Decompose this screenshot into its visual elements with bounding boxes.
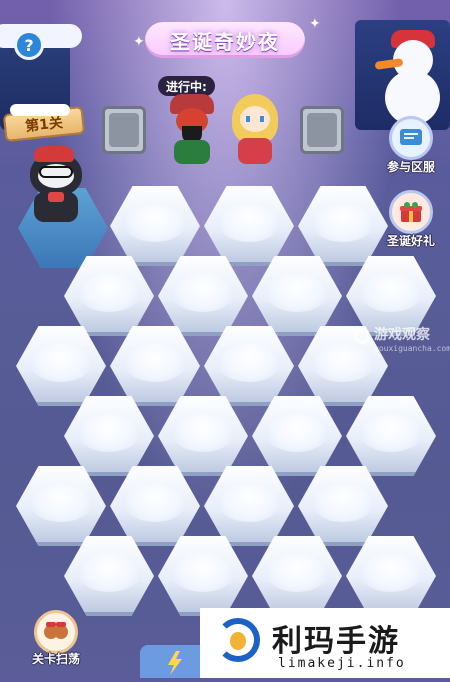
sparkle-icon: ✦ bbox=[309, 16, 321, 32]
player-cat-avatar bbox=[24, 146, 86, 226]
snow-tile[interactable] bbox=[252, 256, 342, 336]
game-scene: ? 圣诞奇妙夜 ✦ ✦ 进行中: 第1关 参与区服 圣诞好礼 游戏观察 youx… bbox=[0, 0, 450, 678]
stage-sweep-button[interactable]: 关卡扫荡 bbox=[18, 610, 94, 674]
snow-tile[interactable] bbox=[64, 256, 154, 336]
snow-tile[interactable] bbox=[110, 186, 200, 266]
brand-logo-icon bbox=[210, 614, 266, 670]
character-lineup bbox=[100, 88, 350, 168]
snow-tile[interactable] bbox=[158, 256, 248, 336]
snow-tile[interactable] bbox=[158, 396, 248, 476]
snow-tile-board bbox=[0, 170, 450, 616]
character-warrior bbox=[168, 94, 216, 164]
snow-tile[interactable] bbox=[64, 536, 154, 616]
character-girl bbox=[230, 94, 280, 164]
help-button[interactable]: ? bbox=[14, 30, 44, 60]
locked-character-portrait[interactable] bbox=[102, 106, 146, 154]
snow-tile[interactable] bbox=[252, 396, 342, 476]
watermark-site-name: 游戏观察 bbox=[374, 327, 430, 343]
sparkle-icon: ✦ bbox=[133, 34, 145, 50]
watermark-logo-icon bbox=[354, 328, 370, 344]
locked-character-portrait[interactable] bbox=[300, 106, 344, 154]
sweep-label: 关卡扫荡 bbox=[31, 652, 80, 666]
snow-tile[interactable] bbox=[110, 466, 200, 546]
snow-tile[interactable] bbox=[204, 326, 294, 406]
snow-tile[interactable] bbox=[110, 326, 200, 406]
brand-name: 利玛手游 bbox=[272, 624, 400, 659]
snow-tile[interactable] bbox=[346, 536, 436, 616]
snow-tile[interactable] bbox=[16, 326, 106, 406]
game-site-watermark: 游戏观察 youxiguancha.com bbox=[352, 322, 450, 360]
brand-url: limakeji.info bbox=[278, 656, 406, 671]
snow-tile[interactable] bbox=[16, 466, 106, 546]
snow-tile[interactable] bbox=[252, 536, 342, 616]
snow-tile[interactable] bbox=[298, 466, 388, 546]
snow-tile[interactable] bbox=[64, 396, 154, 476]
help-icon: ? bbox=[24, 35, 34, 55]
snow-tile[interactable] bbox=[204, 466, 294, 546]
brand-watermark: 利玛手游 limakeji.info bbox=[200, 608, 450, 678]
server-icon bbox=[389, 116, 433, 160]
snow-tile[interactable] bbox=[346, 396, 436, 476]
sweep-icon bbox=[34, 610, 78, 654]
snow-tile[interactable] bbox=[298, 186, 388, 266]
snow-tile[interactable] bbox=[204, 186, 294, 266]
level-sign: 第1关 bbox=[2, 104, 88, 143]
snow-tile[interactable] bbox=[158, 536, 248, 616]
event-title: 圣诞奇妙夜 ✦ ✦ bbox=[125, 14, 325, 66]
watermark-site-url: youxiguancha.com bbox=[374, 344, 450, 353]
page-title: 圣诞奇妙夜 bbox=[170, 29, 280, 54]
